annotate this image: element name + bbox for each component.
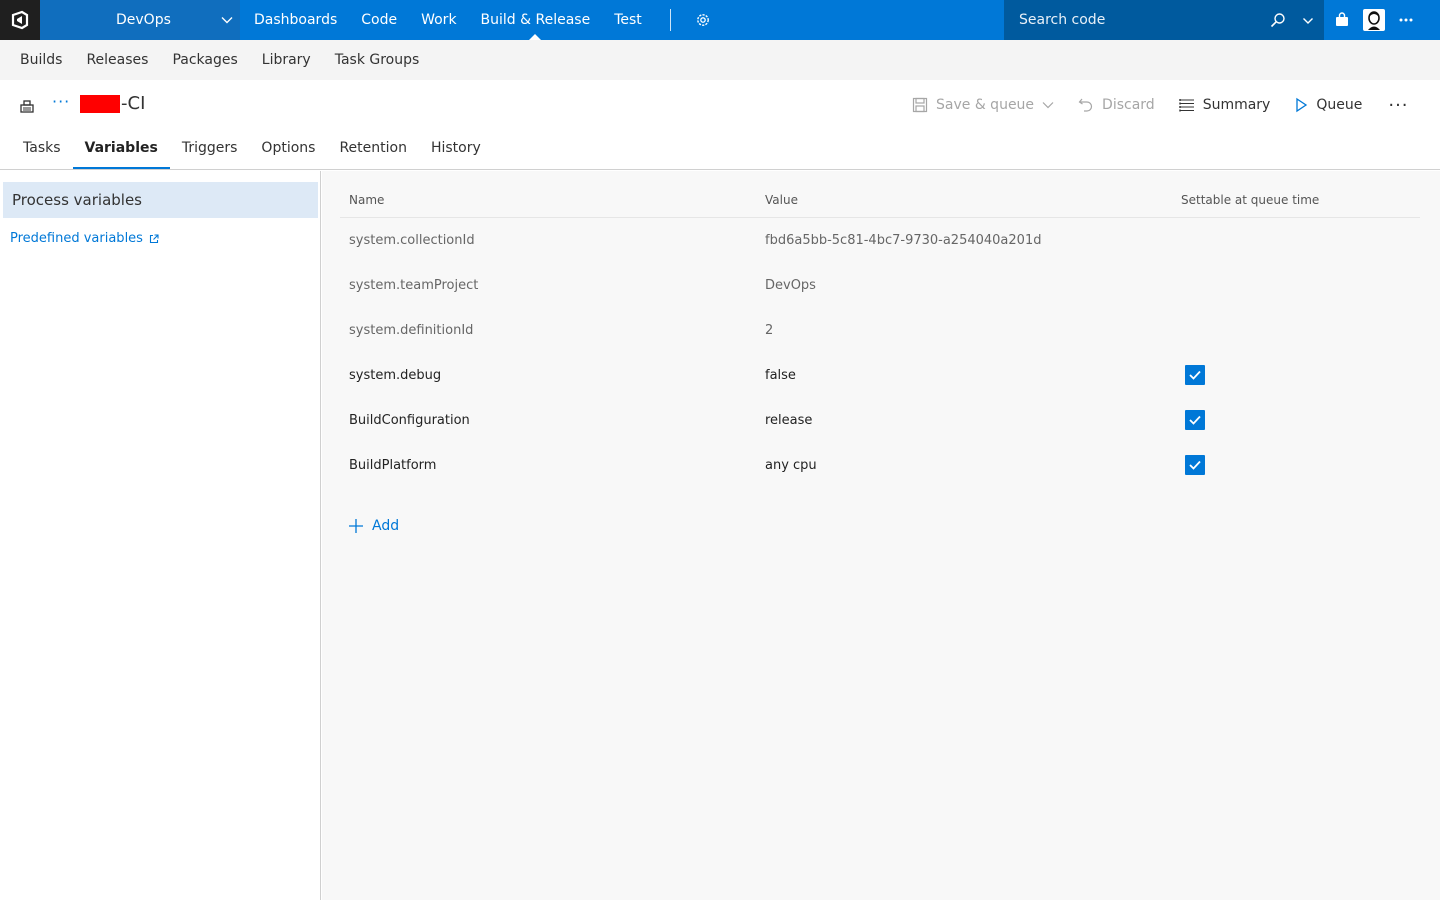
settable-checkbox[interactable] — [1185, 410, 1205, 430]
hub-code[interactable]: Code — [349, 0, 409, 40]
chevron-down-icon — [1042, 99, 1054, 111]
search-input[interactable] — [1019, 12, 1259, 28]
avatar-icon — [1363, 9, 1385, 31]
predefined-variables-link[interactable]: Predefined variables — [10, 231, 159, 246]
definition-title-bar: ··· -CI Save & queue Discard Summary Que… — [0, 80, 1440, 130]
search-code-box — [1004, 0, 1324, 40]
subnav-task-groups[interactable]: Task Groups — [323, 52, 432, 68]
vsts-logo-icon[interactable] — [0, 0, 40, 40]
definition-toolbar: Save & queue Discard Summary Queue ··· — [912, 80, 1409, 130]
definition-name: -CI — [80, 93, 145, 114]
subnav-builds[interactable]: Builds — [8, 52, 74, 68]
variable-name: system.definitionId — [349, 323, 474, 338]
tab-tasks[interactable]: Tasks — [11, 130, 73, 169]
add-variable-button[interactable]: Add — [348, 518, 399, 534]
tab-history[interactable]: History — [419, 130, 493, 169]
variable-row: system.collectionId fbd6a5bb-5c81-4bc7-9… — [340, 218, 1420, 263]
variable-row[interactable]: BuildPlatform any cpu — [340, 443, 1420, 488]
build-release-subnav: Builds Releases Packages Library Task Gr… — [0, 40, 1440, 80]
column-header-value[interactable]: Value — [765, 193, 798, 207]
marketplace-bag-icon[interactable] — [1326, 0, 1358, 40]
variable-value[interactable]: any cpu — [765, 458, 817, 473]
tab-triggers[interactable]: Triggers — [170, 130, 250, 169]
variable-name[interactable]: BuildConfiguration — [349, 413, 470, 428]
add-label: Add — [372, 518, 400, 534]
variable-value[interactable]: false — [765, 368, 796, 383]
discard-label: Discard — [1102, 97, 1155, 113]
subnav-packages[interactable]: Packages — [160, 52, 249, 68]
variable-row[interactable]: system.debug false — [340, 353, 1420, 398]
hub-dashboards[interactable]: Dashboards — [242, 0, 349, 40]
tab-retention[interactable]: Retention — [327, 130, 419, 169]
definition-name-suffix: -CI — [121, 93, 146, 114]
variable-value[interactable]: release — [765, 413, 812, 428]
hub-test[interactable]: Test — [602, 0, 654, 40]
variable-value: DevOps — [765, 278, 816, 293]
subnav-releases[interactable]: Releases — [74, 52, 160, 68]
hub-build-release[interactable]: Build & Release — [469, 0, 603, 40]
chevron-down-icon[interactable] — [1302, 15, 1314, 31]
redacted-name — [80, 94, 120, 113]
checkmark-icon — [1185, 410, 1205, 430]
variable-name: system.teamProject — [349, 278, 479, 293]
queue-button[interactable]: Queue — [1294, 97, 1362, 113]
save-icon — [912, 97, 928, 113]
discard-button[interactable]: Discard — [1078, 97, 1155, 113]
play-icon — [1294, 97, 1308, 113]
external-link-icon — [149, 233, 159, 244]
save-queue-label: Save & queue — [936, 97, 1035, 113]
tab-variables[interactable]: Variables — [72, 130, 171, 169]
chevron-down-icon — [220, 13, 234, 27]
hub-work[interactable]: Work — [409, 0, 468, 40]
user-avatar[interactable] — [1358, 0, 1390, 40]
column-header-settable[interactable]: Settable at queue time — [1181, 193, 1319, 207]
variable-row[interactable]: BuildConfiguration release — [340, 398, 1420, 443]
search-icon[interactable] — [1270, 12, 1286, 32]
checkmark-icon — [1185, 365, 1205, 385]
grid-header: Name Value Settable at queue time — [340, 183, 1420, 218]
tab-options[interactable]: Options — [249, 130, 327, 169]
build-definition-icon — [20, 99, 34, 117]
variable-row: system.definitionId 2 — [340, 308, 1420, 353]
settable-checkbox[interactable] — [1185, 455, 1205, 475]
settable-checkbox[interactable] — [1185, 365, 1205, 385]
undo-icon — [1078, 97, 1094, 113]
summary-button[interactable]: Summary — [1178, 97, 1271, 113]
definition-tabs: Tasks Variables Triggers Options Retenti… — [0, 130, 1440, 170]
hub-navigation: Dashboards Code Work Build & Release Tes… — [240, 0, 721, 40]
more-options-icon[interactable] — [1390, 0, 1422, 40]
variables-grid-pane: Name Value Settable at queue time system… — [322, 171, 1440, 900]
variable-value: fbd6a5bb-5c81-4bc7-9730-a254040a201d — [765, 233, 1042, 248]
plus-icon — [348, 518, 364, 534]
variables-left-pane: Process variables Predefined variables — [0, 171, 321, 900]
subnav-library[interactable]: Library — [250, 52, 323, 68]
save-queue-button[interactable]: Save & queue — [912, 97, 1054, 113]
top-right-actions — [1326, 0, 1422, 40]
variable-value: 2 — [765, 323, 774, 338]
project-name: DevOps — [116, 12, 171, 28]
summary-label: Summary — [1202, 97, 1271, 113]
checkmark-icon — [1185, 455, 1205, 475]
predefined-variables-label: Predefined variables — [10, 231, 143, 246]
column-header-name[interactable]: Name — [349, 193, 384, 207]
breadcrumb-ellipsis[interactable]: ··· — [52, 92, 70, 111]
project-selector[interactable]: DevOps — [40, 0, 240, 40]
variable-row: system.teamProject DevOps — [340, 263, 1420, 308]
more-actions-button[interactable]: ··· — [1388, 95, 1408, 116]
variable-name[interactable]: system.debug — [349, 368, 441, 383]
hub-separator — [669, 9, 671, 31]
top-navigation-bar: DevOps Dashboards Code Work Build & Rele… — [0, 0, 1440, 40]
list-icon — [1178, 98, 1195, 112]
process-variables-item[interactable]: Process variables — [3, 182, 318, 218]
variable-name[interactable]: BuildPlatform — [349, 458, 436, 473]
gear-icon[interactable] — [685, 0, 721, 40]
queue-label: Queue — [1316, 97, 1363, 113]
variable-name: system.collectionId — [349, 233, 475, 248]
